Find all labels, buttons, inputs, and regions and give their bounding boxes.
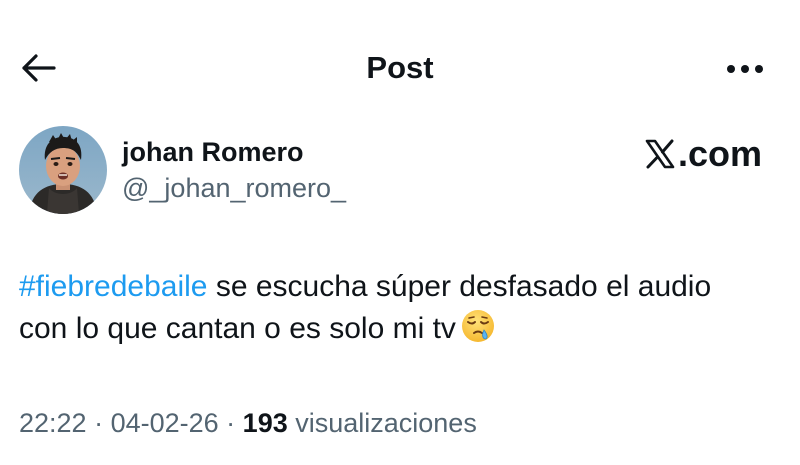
meta-separator: · bbox=[218, 408, 243, 438]
back-arrow-icon bbox=[22, 54, 56, 82]
avatar[interactable] bbox=[19, 126, 107, 214]
author-name[interactable]: johan Romero bbox=[122, 136, 304, 168]
tweet-time[interactable]: 22:22 bbox=[19, 408, 87, 438]
hashtag-link[interactable]: #fiebredebaile bbox=[19, 270, 207, 303]
profile-photo bbox=[19, 126, 107, 214]
author-handle[interactable]: @_johan_romero_ bbox=[122, 172, 346, 204]
sleepy-face-emoji-icon bbox=[461, 310, 494, 342]
x-logo-icon bbox=[645, 139, 675, 169]
post-screen: Post johan Romero @_johan_romero_ .com #… bbox=[0, 0, 800, 465]
x-brand-logo: .com bbox=[644, 134, 762, 174]
page-title: Post bbox=[366, 50, 434, 85]
more-icon bbox=[727, 65, 763, 73]
tweet-text: #fiebredebaile se escucha súper desfasad… bbox=[19, 266, 759, 350]
tweet-meta: 22:22 · 04-02-26 · 193 visualizaciones bbox=[19, 406, 477, 440]
tweet-date[interactable]: 04-02-26 bbox=[111, 408, 219, 438]
views-count[interactable]: 193 bbox=[243, 408, 288, 438]
more-options-button[interactable] bbox=[722, 54, 768, 84]
views-label: visualizaciones bbox=[287, 408, 477, 438]
meta-separator: · bbox=[86, 408, 111, 438]
back-button[interactable] bbox=[18, 50, 58, 86]
brand-label: .com bbox=[677, 133, 762, 174]
